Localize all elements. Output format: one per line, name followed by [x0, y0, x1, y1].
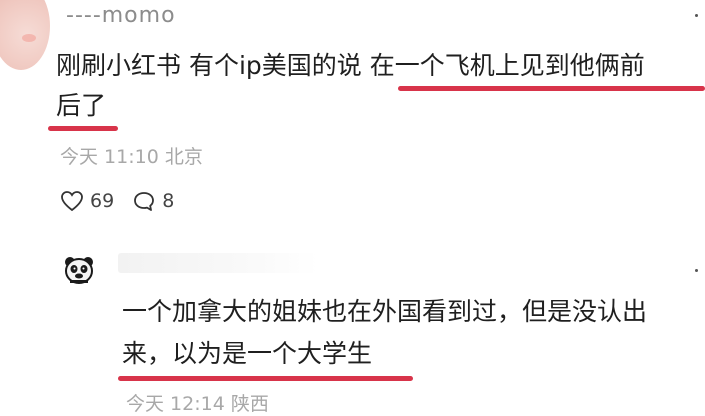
comment-text-line-1: 刚刷小红书 有个ip美国的说 在一个飞机上见到他俩前 [56, 51, 645, 80]
comment-actions: 69 8 [60, 188, 192, 214]
reply-timestamp: 今天 12:14 陕西 [126, 393, 269, 415]
comment-bubble-icon [134, 192, 155, 211]
comment-timestamp: 今天 11:10 北京 [60, 146, 203, 168]
panda-avatar[interactable] [64, 255, 94, 285]
avatar[interactable] [0, 0, 50, 70]
reply-text-line-2: 来，以为是一个大学生 [122, 339, 373, 368]
reply-username[interactable] [118, 253, 318, 273]
heart-icon [61, 191, 83, 212]
avatar-blush [22, 34, 36, 42]
reply-count: 8 [162, 190, 175, 212]
reply-text-line-1: 一个加拿大的姐妹也在外国看到过，但是没认出 [122, 297, 648, 326]
more-menu-icon[interactable] [695, 14, 698, 17]
highlight-underline [48, 126, 118, 131]
highlight-underline [398, 86, 705, 91]
comment-text-line-2: 后了 [56, 91, 107, 120]
more-menu-icon[interactable] [695, 269, 698, 272]
like-button[interactable]: 69 [60, 190, 114, 212]
highlight-underline [118, 376, 413, 381]
reply-button[interactable]: 8 [132, 190, 174, 212]
like-count: 69 [90, 190, 115, 212]
username[interactable]: ----momo [66, 3, 176, 28]
